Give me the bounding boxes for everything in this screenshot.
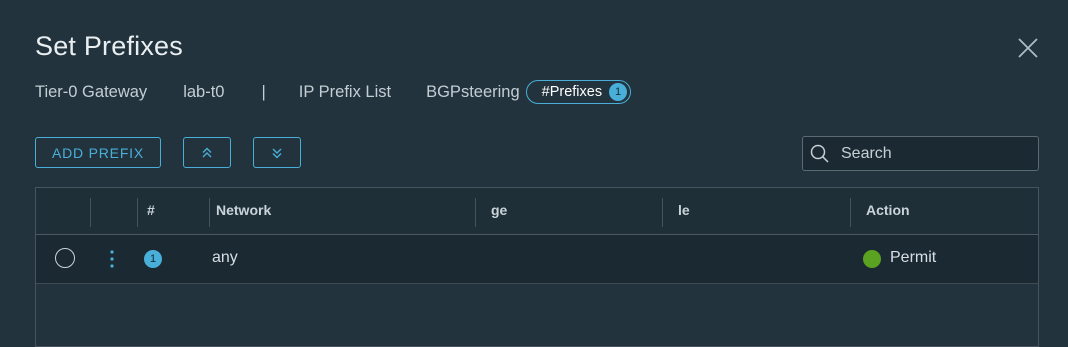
breadcrumb: Tier-0 Gateway lab-t0 | IP Prefix List B… [35, 79, 632, 105]
prefixes-pill-label: #Prefixes [541, 84, 603, 100]
column-separator [475, 198, 476, 227]
breadcrumb-gateway-value: lab-t0 [183, 82, 225, 101]
column-separator [850, 198, 851, 227]
prefixes-table: # Network ge le Action 1 any Permit [35, 187, 1039, 347]
column-header-le[interactable]: le [678, 202, 690, 218]
chevrons-down-icon [272, 148, 282, 158]
move-up-button[interactable] [183, 137, 231, 168]
search-input[interactable] [841, 144, 1021, 163]
search-icon [810, 144, 829, 163]
cell-network: any [212, 249, 238, 266]
column-header-index[interactable]: # [147, 202, 155, 218]
page-title: Set Prefixes [35, 31, 183, 61]
prefixes-count-pill[interactable]: #Prefixes 1 [525, 80, 632, 104]
column-header-ge[interactable]: ge [491, 202, 507, 218]
column-separator [137, 198, 138, 227]
column-separator [90, 198, 91, 227]
column-header-network[interactable]: Network [216, 202, 271, 218]
breadcrumb-list-value: BGPsteering [426, 82, 520, 101]
breadcrumb-gateway-label: Tier-0 Gateway [35, 82, 148, 101]
column-separator [662, 198, 663, 227]
permit-status-icon [863, 250, 881, 268]
row-index-badge: 1 [144, 250, 162, 268]
row-select-radio[interactable] [55, 248, 75, 268]
cell-action: Permit [890, 249, 937, 266]
column-header-action[interactable]: Action [866, 202, 910, 218]
chevrons-up-icon [202, 147, 212, 157]
close-icon[interactable] [1016, 36, 1040, 60]
breadcrumb-list-label: IP Prefix List [298, 82, 392, 101]
table-row: 1 any Permit [36, 235, 1038, 284]
column-separator [209, 198, 210, 227]
table-header: # Network ge le Action [36, 188, 1038, 235]
move-down-button[interactable] [253, 137, 301, 168]
prefixes-count-badge: 1 [609, 83, 628, 101]
breadcrumb-separator: | [261, 82, 266, 101]
more-options-icon[interactable] [104, 248, 120, 270]
add-prefix-button[interactable]: ADD PREFIX [35, 137, 161, 168]
search-box [802, 136, 1039, 171]
